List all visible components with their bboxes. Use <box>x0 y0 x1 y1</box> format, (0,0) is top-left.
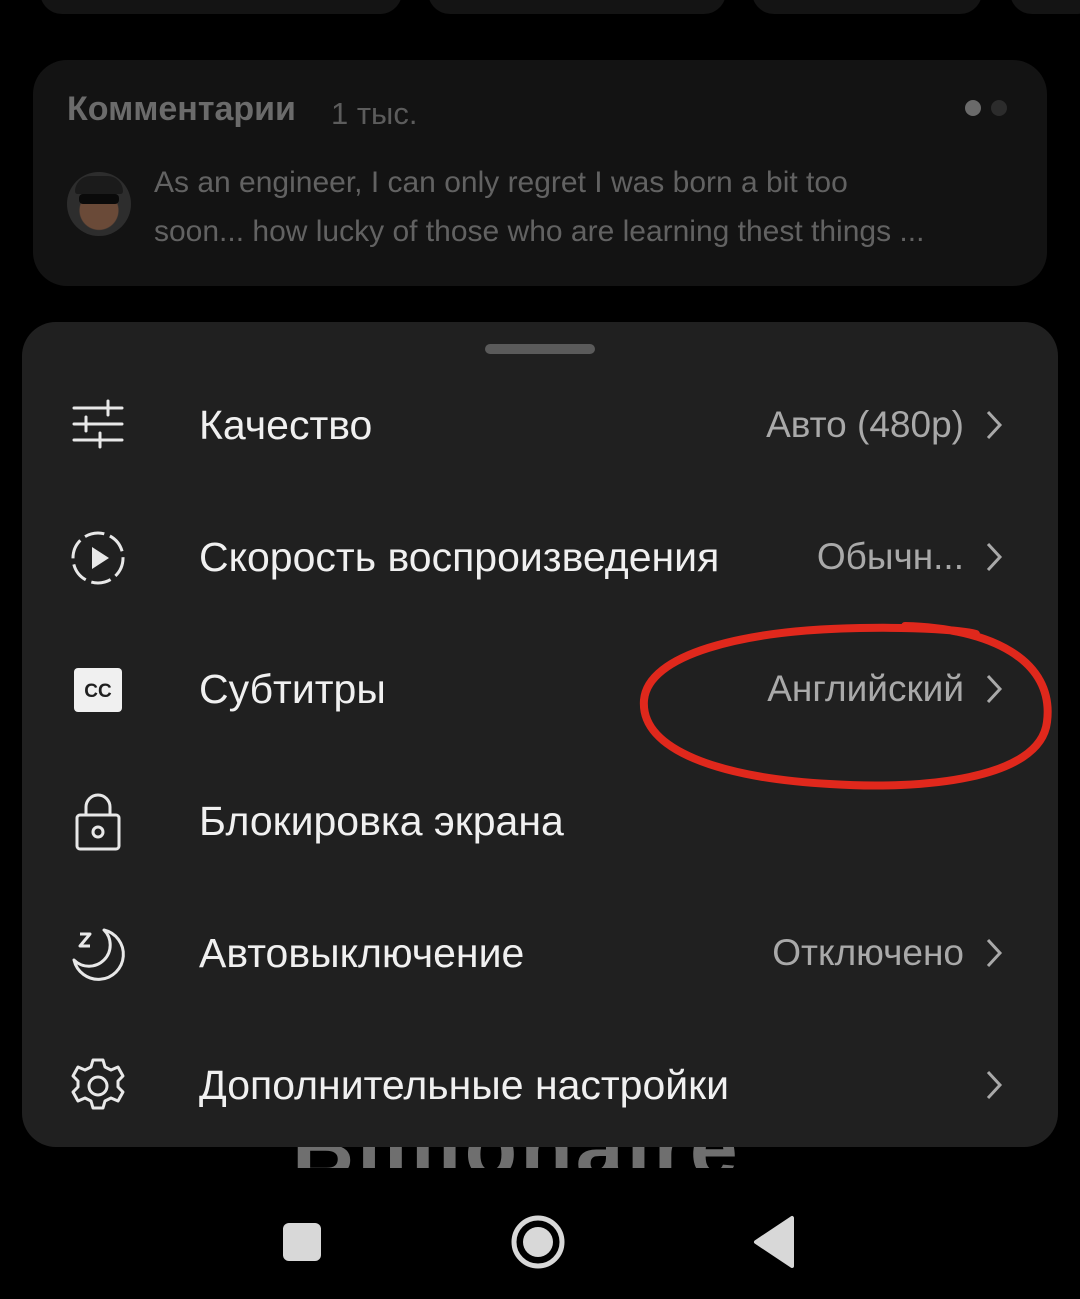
avatar <box>67 172 131 236</box>
pager-dot-active <box>965 100 981 116</box>
comments-title: Комментарии <box>67 90 296 128</box>
menu-item-label: Автовыключение <box>199 930 525 976</box>
comment-line: As an engineer, I can only regret I was … <box>154 166 848 199</box>
menu-item-subtitles[interactable]: CC Субтитры Английский <box>22 622 1058 754</box>
comment-preview: As an engineer, I can only regret I was … <box>154 158 1014 256</box>
home-icon[interactable] <box>508 1212 568 1272</box>
recent-apps-icon[interactable] <box>272 1212 332 1272</box>
pager-dot <box>991 100 1007 116</box>
menu-item-sleep-timer[interactable]: Автовыключение Отключено <box>22 886 1058 1018</box>
menu-item-label: Субтитры <box>199 666 386 712</box>
menu-item-label: Скорость воспроизведения <box>199 534 720 580</box>
pager-dots <box>965 100 1007 116</box>
menu-item-value: Английский <box>767 668 964 709</box>
top-chip-row <box>0 0 1080 20</box>
chevron-right-icon <box>986 938 1003 968</box>
back-icon[interactable] <box>746 1212 806 1272</box>
menu-item-quality[interactable]: Качество Авто (480p) <box>22 358 1058 490</box>
menu-item-label: Блокировка экрана <box>199 798 564 844</box>
play-speed-icon <box>71 531 125 585</box>
sliders-icon <box>72 399 124 449</box>
comment-line: soon... how lucky of those who are learn… <box>154 215 925 248</box>
menu-item-label: Дополнительные настройки <box>199 1062 730 1108</box>
chevron-right-icon <box>986 1070 1003 1100</box>
cc-icon: CC <box>74 668 122 712</box>
menu-item-screen-lock[interactable]: Блокировка экрана <box>22 754 1058 886</box>
comments-count: 1 тыс. <box>331 96 418 131</box>
chevron-right-icon <box>986 542 1003 572</box>
settings-bottom-sheet: Качество Авто (480p) Скорость воспроизве… <box>22 322 1058 1147</box>
top-chip[interactable] <box>752 0 982 14</box>
menu-item-value: Авто (480p) <box>766 404 964 445</box>
menu-item-label: Качество <box>199 402 373 448</box>
lock-icon <box>75 793 121 851</box>
menu-item-value: Обычн... <box>816 536 964 577</box>
top-chip[interactable] <box>428 0 726 14</box>
comments-card[interactable]: Комментарии 1 тыс. As an engineer, I can… <box>33 60 1047 286</box>
gear-icon <box>71 1058 125 1110</box>
system-navigation-bar <box>0 1172 1080 1299</box>
menu-item-value: Отключено <box>772 932 964 973</box>
top-chip[interactable] <box>40 0 402 14</box>
chevron-right-icon <box>986 674 1003 704</box>
top-chip[interactable] <box>1010 0 1080 14</box>
sleep-timer-icon <box>72 928 125 981</box>
drag-handle[interactable] <box>485 344 595 354</box>
chevron-right-icon <box>986 410 1003 440</box>
menu-item-advanced-settings[interactable]: Дополнительные настройки <box>22 1018 1058 1147</box>
menu-item-playback-speed[interactable]: Скорость воспроизведения Обычн... <box>22 490 1058 622</box>
svg-text:CC: CC <box>84 681 112 702</box>
